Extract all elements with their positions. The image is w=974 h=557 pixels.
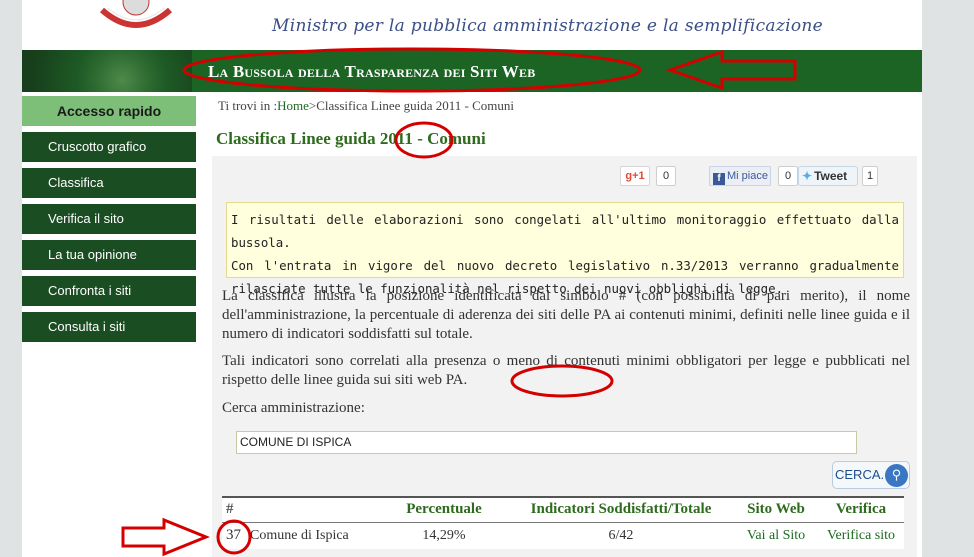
page-title: Classifica Linee guida 2011 - Comuni	[216, 129, 486, 149]
annotation-arrow-row	[121, 517, 210, 557]
site-banner: La Bussola della Trasparenza dei Siti We…	[22, 50, 922, 92]
google-plus-label: +1	[632, 170, 645, 182]
twitter-bird-icon: ✦	[802, 169, 813, 183]
visit-site-link[interactable]: Vai al Sito	[747, 528, 805, 543]
tweet-button[interactable]: ✦ Tweet	[798, 166, 858, 186]
page-margin-left	[0, 0, 22, 557]
search-icon: ⚲	[885, 464, 908, 487]
row-percent: 14,29%	[422, 527, 466, 543]
page-margin-right	[922, 0, 974, 557]
facebook-like-count: 0	[778, 166, 798, 186]
table-header-row: # Percentuale Indicatori Soddisfatti/Tot…	[222, 496, 904, 523]
row-name: Comune di Ispica	[250, 527, 349, 543]
facebook-like-button[interactable]: f Mi piace	[709, 166, 771, 186]
emblem-icon	[100, 0, 172, 28]
row-verify-cell: Verifica sito	[818, 522, 904, 549]
sidebar-item-verifica-il-sito[interactable]: Verifica il sito	[22, 204, 196, 234]
main-content: Ti trovi in :Home>Classifica Linee guida…	[196, 92, 922, 557]
sidebar-item-classifica[interactable]: Classifica	[22, 168, 196, 198]
search-input[interactable]: COMUNE DI ISPICA	[236, 431, 857, 454]
description-paragraph-2: Tali indicatori sono correlati alla pres…	[222, 353, 910, 388]
breadcrumb-current: Classifica Linee guida 2011 - Comuni	[316, 98, 514, 113]
site-header: Ministro per la pubblica amministrazione…	[22, 0, 922, 50]
page-title-year: 2011	[379, 129, 413, 148]
notice-box: I risultati delle elaborazioni sono cong…	[226, 202, 904, 296]
sidebar-item-consulta-i-siti[interactable]: Consulta i siti	[22, 312, 196, 342]
row-indicators: 6/42	[608, 527, 634, 543]
tweet-label: Tweet	[814, 169, 848, 183]
notice-line-1: I risultati delle elaborazioni sono cong…	[231, 212, 899, 250]
search-button-label: CERCA.	[835, 467, 885, 482]
page-title-end: - Comuni	[412, 129, 486, 148]
breadcrumb-home-link[interactable]: Home	[277, 98, 309, 113]
search-button[interactable]: CERCA. ⚲	[832, 461, 910, 489]
tweet-count: 1	[862, 166, 878, 186]
column-header-percent: Percentuale	[380, 496, 508, 523]
banner-title: La Bussola della Trasparenza dei Siti We…	[208, 62, 536, 81]
breadcrumb-prefix: Ti trovi in :	[218, 98, 278, 113]
search-label: Cerca amministrazione:	[222, 400, 365, 416]
table-row: 37 Comune di Ispica 14,29% 6/42 Vai al S…	[222, 522, 904, 549]
breadcrumb: Ti trovi in :Home>Classifica Linee guida…	[218, 98, 514, 114]
row-site-cell: Vai al Sito	[734, 522, 818, 549]
sidebar-item-la-tua-opinione[interactable]: La tua opinione	[22, 240, 196, 270]
google-plus-button[interactable]: g+1	[620, 166, 650, 186]
column-header-rank: #	[222, 496, 250, 523]
column-header-site: Sito Web	[734, 496, 818, 523]
column-header-verify: Verifica	[818, 496, 904, 523]
sidebar-heading: Accesso rapido	[22, 96, 196, 126]
column-header-indicators: Indicatori Soddisfatti/Totale	[508, 496, 734, 523]
facebook-icon: f	[713, 173, 725, 185]
ministry-title: Ministro per la pubblica amministrazione…	[272, 16, 824, 36]
verify-site-link[interactable]: Verifica sito	[827, 528, 895, 543]
row-rank: 37	[226, 527, 241, 544]
facebook-like-label: Mi piace	[727, 170, 768, 182]
banner-decoration	[22, 50, 192, 92]
google-plus-count: 0	[656, 166, 676, 186]
description-paragraph-1: La classifica illustra la posizione iden…	[222, 288, 910, 342]
sidebar-item-confronta-i-siti[interactable]: Confronta i siti	[22, 276, 196, 306]
ranking-table: # Percentuale Indicatori Soddisfatti/Tot…	[222, 496, 904, 549]
column-header-name	[250, 496, 380, 523]
page-title-start: Classifica Linee guida	[216, 129, 380, 148]
sidebar: Accesso rapido Cruscotto grafico Classif…	[22, 96, 196, 342]
sidebar-item-cruscotto-grafico[interactable]: Cruscotto grafico	[22, 132, 196, 162]
